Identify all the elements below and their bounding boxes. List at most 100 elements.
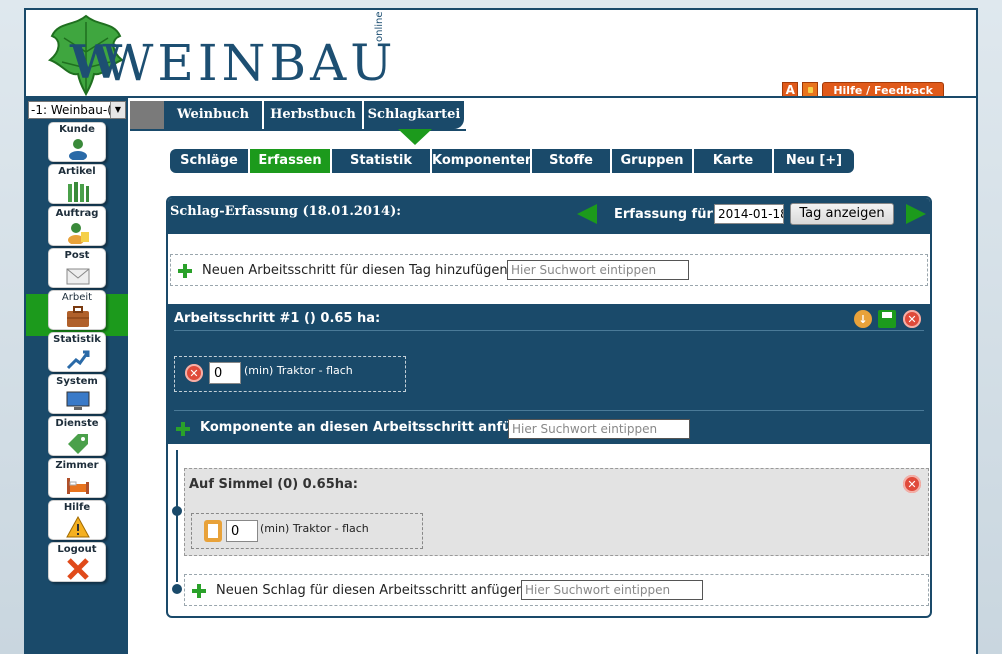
chart-arrow-icon	[66, 350, 90, 370]
component-search-input[interactable]	[508, 419, 690, 439]
schlag-block: Auf Simmel (0) 0.65ha: ✕ (min) Traktor -…	[184, 468, 929, 556]
header-divider	[26, 96, 976, 98]
logo[interactable]: W WEINBAU online	[44, 11, 392, 96]
lock-icon[interactable]	[802, 82, 819, 97]
monitor-icon	[66, 391, 90, 410]
minutes-input[interactable]	[209, 362, 241, 384]
add-schlag-text: Neuen Schlag für diesen Arbeitsschritt a…	[216, 583, 525, 598]
nav-item-kunde[interactable]: Kunde	[48, 122, 106, 162]
main-tabs: Weinbuch Herbstbuch Schlagkartei	[164, 101, 464, 129]
tab-schlagkartei[interactable]: Schlagkartei	[364, 101, 464, 129]
work-text: (min) Traktor - flach	[244, 364, 353, 377]
envelope-icon	[66, 268, 90, 285]
add-step-row: Neuen Arbeitsschritt für diesen Tag hinz…	[170, 254, 928, 286]
prev-day-arrow-icon[interactable]	[577, 204, 597, 224]
active-tab-pointer	[398, 129, 432, 145]
delete-icon[interactable]: ✕	[903, 310, 921, 328]
nav-item-label: Auftrag	[55, 208, 99, 219]
chevron-down-icon[interactable]: ▼	[110, 102, 125, 118]
step-title: Arbeitsschritt #1 () 0.65 ha:	[174, 311, 381, 326]
logo-text: WEINBAU	[102, 34, 397, 92]
save-icon[interactable]	[878, 310, 896, 328]
client-select[interactable]: -1: Weinbau-( ▼	[28, 101, 126, 119]
nav-item-post[interactable]: Post	[48, 248, 106, 288]
minutes-input[interactable]	[226, 520, 258, 542]
plus-icon[interactable]	[192, 584, 206, 598]
add-component-text: Komponente an diesen Arbeitsschritt anfü…	[200, 420, 544, 435]
tree-node	[172, 506, 182, 516]
tab-karte[interactable]: Karte	[694, 149, 774, 173]
order-person-icon	[68, 223, 89, 244]
tree-node	[172, 584, 182, 594]
erfassung-panel: Schlag-Erfassung (18.01.2014): Erfassung…	[166, 196, 932, 618]
nav-item-label: Arbeit	[61, 292, 93, 303]
nav-item-label: Dienste	[55, 418, 99, 429]
tab-gruppen[interactable]: Gruppen	[612, 149, 694, 173]
nav-item-zimmer[interactable]: Zimmer	[48, 458, 106, 498]
tab-spacer	[130, 101, 164, 129]
nav-item-arbeit[interactable]: Arbeit	[48, 290, 106, 330]
nav-item-artikel[interactable]: Artikel	[48, 164, 106, 204]
tab-neu[interactable]: Neu [+]	[774, 149, 854, 173]
sidebar: -1: Weinbau-( ▼ Kunde Artikel Auftrag Po…	[26, 98, 128, 654]
work-text: (min) Traktor - flach	[260, 522, 369, 535]
tag-icon	[68, 434, 88, 454]
work-step-block: Arbeitsschritt #1 () 0.65 ha: ↓ ✕ ✕ (min…	[168, 304, 930, 444]
bottles-icon	[68, 182, 89, 202]
nav-item-label: Artikel	[58, 166, 96, 177]
remove-work-icon[interactable]: ✕	[185, 364, 203, 382]
date-input[interactable]	[714, 204, 784, 224]
nav-item-logout[interactable]: Logout	[48, 542, 106, 582]
nav-item-label: Statistik	[53, 334, 101, 345]
briefcase-icon	[67, 306, 89, 327]
schlag-title: Auf Simmel (0) 0.65ha:	[189, 477, 358, 492]
plus-icon[interactable]	[178, 264, 192, 278]
work-row: (min) Traktor - flach	[191, 513, 423, 549]
tab-weinbuch[interactable]: Weinbuch	[164, 101, 264, 129]
schlag-search-input[interactable]	[521, 580, 703, 600]
work-row: ✕ (min) Traktor - flach	[174, 356, 406, 392]
step-divider-2	[174, 410, 924, 411]
nav-item-dienste[interactable]: Dienste	[48, 416, 106, 456]
app-frame: W WEINBAU online A Hilfe / Feedback -1: …	[24, 8, 978, 654]
font-size-button[interactable]: A	[782, 82, 799, 97]
plus-icon[interactable]	[176, 422, 190, 436]
show-day-button[interactable]: Tag anzeigen	[790, 203, 894, 225]
header-actions: A Hilfe / Feedback	[782, 82, 944, 97]
nav-item-label: System	[56, 376, 98, 387]
help-feedback-button[interactable]: Hilfe / Feedback	[822, 82, 944, 97]
step-search-input[interactable]	[507, 260, 689, 280]
step-divider	[174, 330, 924, 331]
sub-tabs: Schläge Erfassen Statistik Komponenten S…	[170, 149, 854, 173]
bed-icon	[67, 478, 89, 494]
delete-icon[interactable]: ✕	[903, 475, 921, 493]
nav-item-hilfe[interactable]: Hilfe	[48, 500, 106, 540]
tree-line	[176, 450, 178, 582]
clipboard-icon[interactable]	[204, 520, 222, 542]
nav-item-auftrag[interactable]: Auftrag	[48, 206, 106, 246]
nav-item-label: Post	[64, 250, 90, 261]
close-x-icon	[67, 558, 89, 580]
tab-stoffe[interactable]: Stoffe	[532, 149, 612, 173]
logo-subtext: online	[374, 11, 385, 42]
tab-herbstbuch[interactable]: Herbstbuch	[264, 101, 364, 129]
nav-item-statistik[interactable]: Statistik	[48, 332, 106, 372]
client-select-value: -1: Weinbau-(	[31, 103, 112, 117]
add-step-text: Neuen Arbeitsschritt für diesen Tag hinz…	[202, 263, 508, 278]
nav-item-label: Logout	[57, 544, 97, 555]
warning-icon	[66, 516, 90, 538]
tab-komponenten[interactable]: Komponenten	[432, 149, 534, 173]
nav-item-label: Kunde	[59, 124, 95, 135]
nav-item-system[interactable]: System	[48, 374, 106, 414]
tab-statistik[interactable]: Statistik	[332, 149, 432, 173]
nav-item-label: Hilfe	[63, 502, 91, 513]
header: W WEINBAU online A Hilfe / Feedback	[26, 10, 976, 98]
next-day-arrow-icon[interactable]	[906, 204, 926, 224]
erfassung-label: Erfassung für:	[614, 207, 719, 222]
tab-schlaege[interactable]: Schläge	[170, 149, 250, 173]
tab-erfassen[interactable]: Erfassen	[250, 149, 332, 173]
person-icon	[69, 139, 87, 160]
add-schlag-row: Neuen Schlag für diesen Arbeitsschritt a…	[184, 574, 929, 606]
download-icon[interactable]: ↓	[854, 310, 872, 328]
panel-title: Schlag-Erfassung (18.01.2014):	[170, 204, 402, 219]
